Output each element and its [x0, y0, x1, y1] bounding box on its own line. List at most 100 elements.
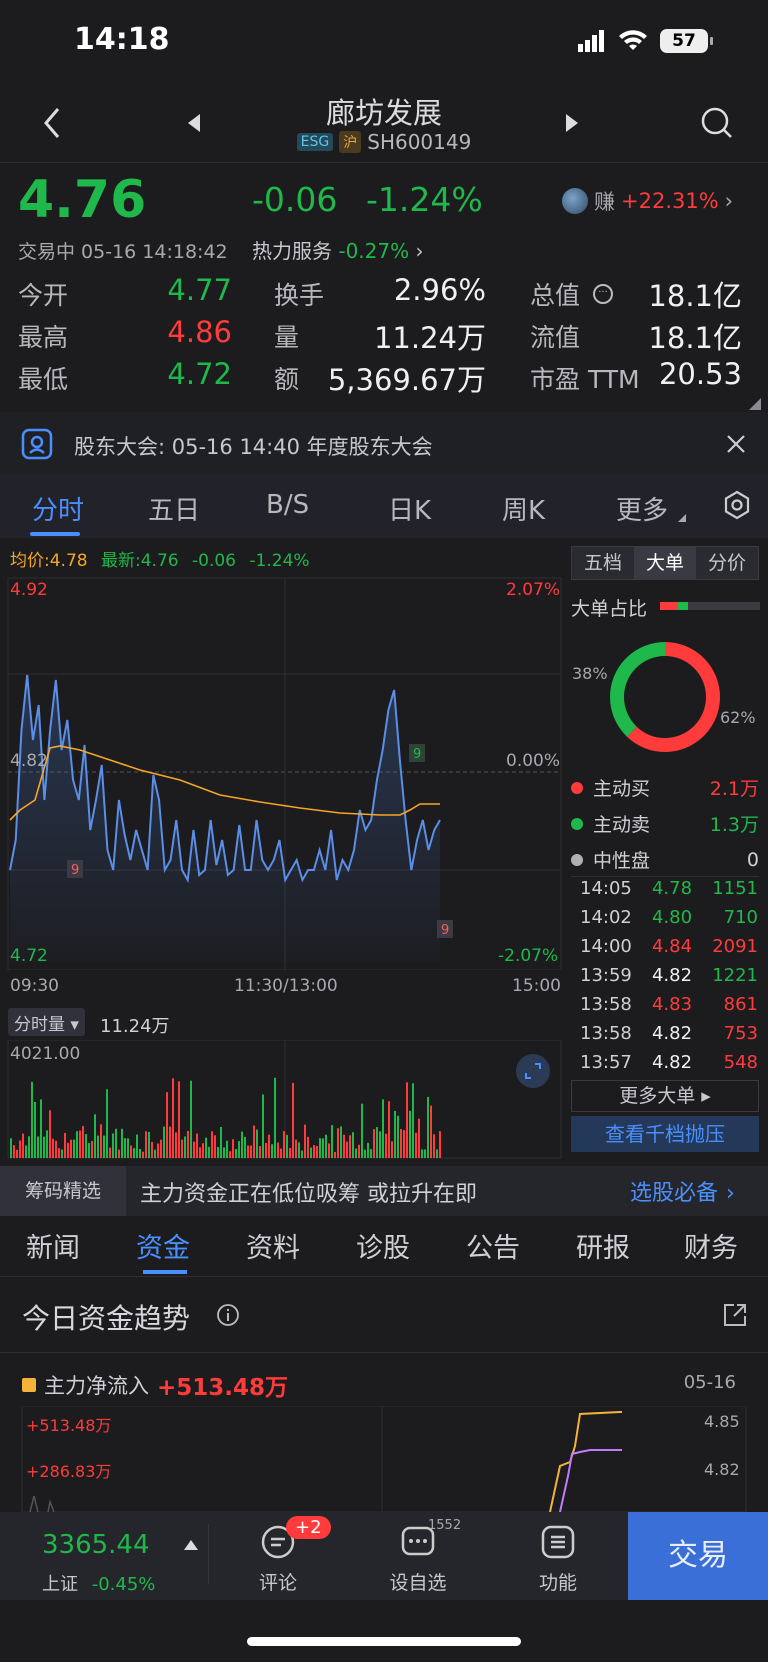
tab-price-distribution[interactable]: 分价: [696, 547, 758, 579]
hot-service-link[interactable]: 热力服务 -0.27% ›: [252, 235, 423, 264]
expand-corner-icon[interactable]: [749, 398, 761, 410]
trade-button[interactable]: 交易: [628, 1512, 768, 1600]
volume-bar: [58, 1148, 60, 1158]
volume-bar: [253, 1125, 255, 1158]
tab-level5[interactable]: 五档: [572, 547, 634, 579]
caret-up-icon[interactable]: [184, 1540, 198, 1550]
index-label: 上证: [42, 1574, 78, 1595]
search-icon[interactable]: [700, 106, 734, 140]
tab-funds[interactable]: 资金: [136, 1226, 190, 1265]
tab-announcements[interactable]: 公告: [466, 1226, 520, 1265]
add-watchlist-button[interactable]: 1552 设自选: [368, 1518, 468, 1595]
volume-bar: [292, 1082, 294, 1158]
tab-big-order[interactable]: 大单: [634, 547, 696, 579]
big-order-donut: [610, 642, 720, 752]
volume-bar: [145, 1131, 147, 1158]
active-sell-row: 主动卖 1.3万: [571, 810, 759, 837]
volume-bar: [214, 1135, 216, 1158]
volume-bar: [298, 1142, 300, 1158]
trade-row: 13:58 4.82 753: [572, 1023, 760, 1044]
chevron-right-icon: ›: [415, 239, 424, 263]
tab-weekly-k[interactable]: 周K: [502, 490, 545, 527]
stat-label-volume: 量: [274, 323, 300, 352]
tab-profile[interactable]: 资料: [246, 1226, 300, 1265]
volume-bar: [130, 1145, 132, 1158]
tab-intraday[interactable]: 分时: [32, 490, 84, 527]
fund-legend: 主力净流入 +513.48万: [22, 1368, 288, 1402]
menu-icon: [541, 1525, 575, 1559]
index-value[interactable]: 3365.44: [42, 1530, 150, 1560]
volume-bar: [385, 1133, 387, 1158]
volume-selector[interactable]: 分时量 ▾: [8, 1008, 85, 1036]
volume-bar: [406, 1082, 408, 1158]
esg-tag[interactable]: ESG: [296, 133, 334, 151]
tab-research[interactable]: 研报: [576, 1226, 630, 1265]
home-indicator[interactable]: [247, 1637, 521, 1646]
trade-price: 4.83: [651, 994, 693, 1015]
tab-five-day[interactable]: 五日: [148, 490, 200, 527]
legend-value: +513.48万: [157, 1375, 289, 1401]
active-sell-value: 1.3万: [709, 814, 759, 836]
volume-bar: [97, 1135, 99, 1158]
tab-more[interactable]: 更多: [616, 490, 668, 527]
stat-label-float-cap: 流值: [530, 323, 581, 352]
volume-bar: [160, 1139, 162, 1158]
stat-label-pe-ttm: 市盈 TTM: [530, 365, 640, 394]
trade-time: 14:05: [580, 878, 632, 899]
volume-bar: [433, 1134, 435, 1158]
stat-value-low: 4.72: [167, 357, 232, 391]
volume-bar: [349, 1135, 351, 1158]
volume-bar: [289, 1148, 291, 1158]
trade-time: 14:02: [580, 907, 632, 928]
tab-diagnosis[interactable]: 诊股: [356, 1226, 410, 1265]
fullscreen-icon[interactable]: [516, 1054, 550, 1088]
volume-selector-label: 分时量: [14, 1015, 65, 1035]
gray-dot-icon: [571, 853, 583, 866]
next-stock-icon[interactable]: [564, 112, 580, 134]
side-tabs: 五档 大单 分价: [571, 546, 759, 580]
trade-volume: 1151: [712, 878, 758, 899]
tab-daily-k[interactable]: 日K: [388, 490, 431, 527]
stat-label-turnover: 换手: [274, 281, 325, 310]
volume-bar: [151, 1141, 153, 1158]
stat-value-market-cap: 18.1亿: [648, 279, 742, 313]
volume-bar: [418, 1118, 420, 1158]
more-big-orders-button[interactable]: 更多大单 ▸: [571, 1080, 759, 1112]
volume-bar: [91, 1140, 93, 1158]
chip-link[interactable]: 选股必备 ›: [630, 1175, 735, 1207]
share-icon[interactable]: [722, 1302, 748, 1328]
more-options-icon[interactable]: ···: [593, 284, 613, 304]
function-button[interactable]: 功能: [508, 1524, 608, 1595]
price-mid-label: 4.82: [10, 751, 48, 771]
view-order-pressure-button[interactable]: 查看千档抛压: [571, 1116, 759, 1152]
volume-bar: [136, 1134, 138, 1158]
info-icon[interactable]: [216, 1303, 240, 1327]
trade-row: 13:58 4.83 861: [572, 994, 760, 1015]
active-tab-indicator: [30, 532, 80, 536]
comment-button[interactable]: +2 评论: [228, 1516, 331, 1595]
volume-bar: [175, 1132, 177, 1158]
volume-bar: [322, 1138, 324, 1158]
volume-bar: [313, 1145, 315, 1158]
volume-bar: [190, 1080, 192, 1158]
volume-bar: [358, 1144, 360, 1158]
intraday-chart[interactable]: 9 9 9: [0, 570, 565, 970]
volume-bar: [400, 1129, 402, 1158]
volume-bar: [376, 1127, 378, 1158]
volume-bar: [403, 1130, 405, 1158]
stat-value-high: 4.86: [167, 315, 232, 349]
settings-icon[interactable]: [722, 490, 752, 520]
volume-bar: [196, 1133, 198, 1158]
close-icon[interactable]: [726, 434, 746, 454]
tab-bs[interactable]: B/S: [266, 490, 309, 520]
stat-value-open: 4.77: [167, 273, 232, 307]
earn-widget[interactable]: 赚 +22.31% ›: [562, 186, 733, 216]
trade-price: 4.84: [651, 936, 693, 957]
volume-bar: [343, 1134, 345, 1158]
chevron-right-icon: ›: [724, 189, 734, 213]
active-buy-label: 主动买: [593, 778, 651, 800]
volume-bar: [274, 1077, 276, 1158]
tab-news[interactable]: 新闻: [26, 1226, 80, 1265]
tab-finance[interactable]: 财务: [684, 1226, 738, 1265]
price-high-label: 4.92: [10, 580, 48, 600]
